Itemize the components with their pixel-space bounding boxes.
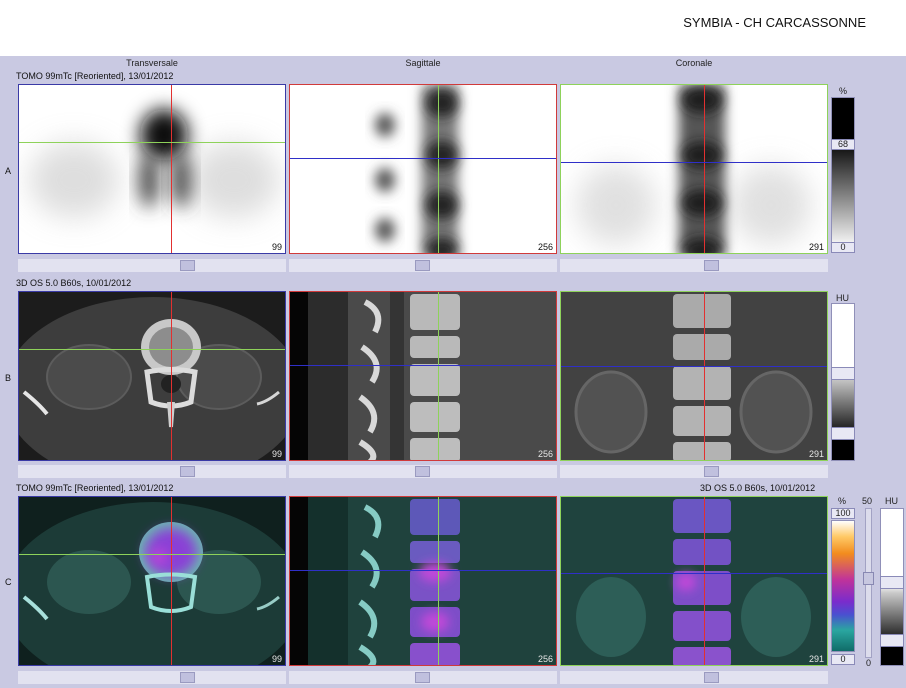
crosshair-vertical xyxy=(171,497,172,665)
crosshair-horizontal xyxy=(290,570,556,571)
crosshair-vertical xyxy=(704,85,705,253)
ct-sagittal-image xyxy=(290,292,556,460)
crosshair-horizontal xyxy=(290,158,556,159)
slice-scrollbar-b-sagittal[interactable] xyxy=(289,465,557,478)
slice-scrollbar-c-coronal[interactable] xyxy=(560,671,828,684)
slice-scrollbar-a-coronal[interactable] xyxy=(560,259,828,272)
slice-scrollbar-b-transverse[interactable] xyxy=(18,465,286,478)
row-letter-a: A xyxy=(5,166,12,176)
row-letter-b: B xyxy=(5,373,12,383)
scroll-thumb[interactable] xyxy=(704,260,719,271)
colorbar-b-lower-handle[interactable] xyxy=(831,427,855,440)
crosshair-horizontal xyxy=(19,142,285,143)
slice-number: 256 xyxy=(537,242,553,252)
viewport-b-sagittal[interactable]: 256 xyxy=(289,291,557,461)
colorbar-a-unit: % xyxy=(839,86,848,96)
slice-number: 99 xyxy=(271,449,282,459)
ct-transverse-image xyxy=(19,297,285,460)
viewport-c-transverse[interactable]: 99 xyxy=(18,496,286,666)
slice-scrollbar-a-transverse[interactable] xyxy=(18,259,286,272)
column-header-sagittal: Sagittale xyxy=(405,58,441,68)
colorbar-a-top-value[interactable]: 68 xyxy=(831,139,855,150)
nm-sagittal-image xyxy=(375,85,458,253)
colorbar-c-pct-unit: % xyxy=(838,496,847,506)
colorbar-a-gray[interactable] xyxy=(831,97,855,249)
blend-slider-top-label: 50 xyxy=(862,496,873,506)
viewport-b-coronal[interactable]: 291 xyxy=(560,291,828,461)
slice-scrollbar-b-coronal[interactable] xyxy=(560,465,828,478)
crosshair-vertical xyxy=(171,292,172,460)
scroll-thumb[interactable] xyxy=(415,260,430,271)
fusion-sagittal-image xyxy=(290,497,556,665)
scroll-thumb[interactable] xyxy=(704,466,719,477)
viewport-a-coronal[interactable]: 291 xyxy=(560,84,828,254)
viewport-a-transverse[interactable]: 99 xyxy=(18,84,286,254)
crosshair-vertical xyxy=(438,497,439,665)
colorbar-c-hu-unit: HU xyxy=(885,496,898,506)
colorbar-c-fusion[interactable] xyxy=(831,520,855,652)
colorbar-c-gray-lower-handle[interactable] xyxy=(880,634,904,647)
row-letter-c: C xyxy=(5,577,12,587)
slice-number: 291 xyxy=(808,449,824,459)
colorbar-c-top-value[interactable]: 100 xyxy=(831,508,855,519)
blend-slider-handle[interactable] xyxy=(863,572,874,585)
crosshair-horizontal xyxy=(19,554,285,555)
series-label-row-c-right: 3D OS 5.0 B60s, 10/01/2012 xyxy=(700,483,816,493)
crosshair-horizontal xyxy=(19,349,285,350)
crosshair-horizontal xyxy=(561,366,827,367)
slice-number: 291 xyxy=(808,654,824,664)
slice-number: 256 xyxy=(537,654,553,664)
colorbar-b-upper-handle[interactable] xyxy=(831,367,855,380)
viewport-b-transverse[interactable]: 99 xyxy=(18,291,286,461)
viewport-c-coronal[interactable]: 291 xyxy=(560,496,828,666)
column-header-coronal: Coronale xyxy=(675,58,713,68)
series-label-row-b: 3D OS 5.0 B60s, 10/01/2012 xyxy=(16,278,132,288)
colorbar-c-bottom-value[interactable]: 0 xyxy=(831,654,855,665)
series-label-row-c-left: TOMO 99mTc [Reoriented], 13/01/2012 xyxy=(16,483,174,493)
fusion-transverse-image xyxy=(19,502,285,665)
colorbar-c-gray-upper-handle[interactable] xyxy=(880,576,904,589)
slice-number: 256 xyxy=(537,449,553,459)
crosshair-vertical xyxy=(438,85,439,253)
colorbar-a-bottom-value[interactable]: 0 xyxy=(831,242,855,253)
slice-scrollbar-c-transverse[interactable] xyxy=(18,671,286,684)
crosshair-horizontal xyxy=(561,573,827,574)
crosshair-vertical xyxy=(438,292,439,460)
scroll-thumb[interactable] xyxy=(180,260,195,271)
series-label-row-a: TOMO 99mTc [Reoriented], 13/01/2012 xyxy=(16,71,174,81)
slice-number: 99 xyxy=(271,242,282,252)
viewport-c-sagittal[interactable]: 256 xyxy=(289,496,557,666)
colorbar-b-unit: HU xyxy=(836,293,849,303)
crosshair-horizontal xyxy=(290,365,556,366)
viewport-a-sagittal[interactable]: 256 xyxy=(289,84,557,254)
slice-scrollbar-a-sagittal[interactable] xyxy=(289,259,557,272)
site-title: SYMBIA - CH CARCASSONNE xyxy=(683,15,866,30)
slice-number: 99 xyxy=(271,654,282,664)
fusion-coronal-image xyxy=(561,497,827,665)
scroll-thumb[interactable] xyxy=(415,672,430,683)
nm-coronal-image xyxy=(576,85,811,253)
column-header-transverse: Transversale xyxy=(126,58,178,68)
scroll-thumb[interactable] xyxy=(180,466,195,477)
slice-scrollbar-c-sagittal[interactable] xyxy=(289,671,557,684)
blend-slider-bottom-label: 0 xyxy=(866,658,872,668)
ct-coronal-image xyxy=(561,292,827,460)
crosshair-vertical xyxy=(171,85,172,253)
scroll-thumb[interactable] xyxy=(180,672,195,683)
nm-transverse-image xyxy=(29,109,279,218)
header-bar: SYMBIA - CH CARCASSONNE xyxy=(0,0,906,56)
crosshair-horizontal xyxy=(561,162,827,163)
scroll-thumb[interactable] xyxy=(415,466,430,477)
crosshair-vertical xyxy=(704,497,705,665)
scroll-thumb[interactable] xyxy=(704,672,719,683)
crosshair-vertical xyxy=(704,292,705,460)
slice-number: 291 xyxy=(808,242,824,252)
